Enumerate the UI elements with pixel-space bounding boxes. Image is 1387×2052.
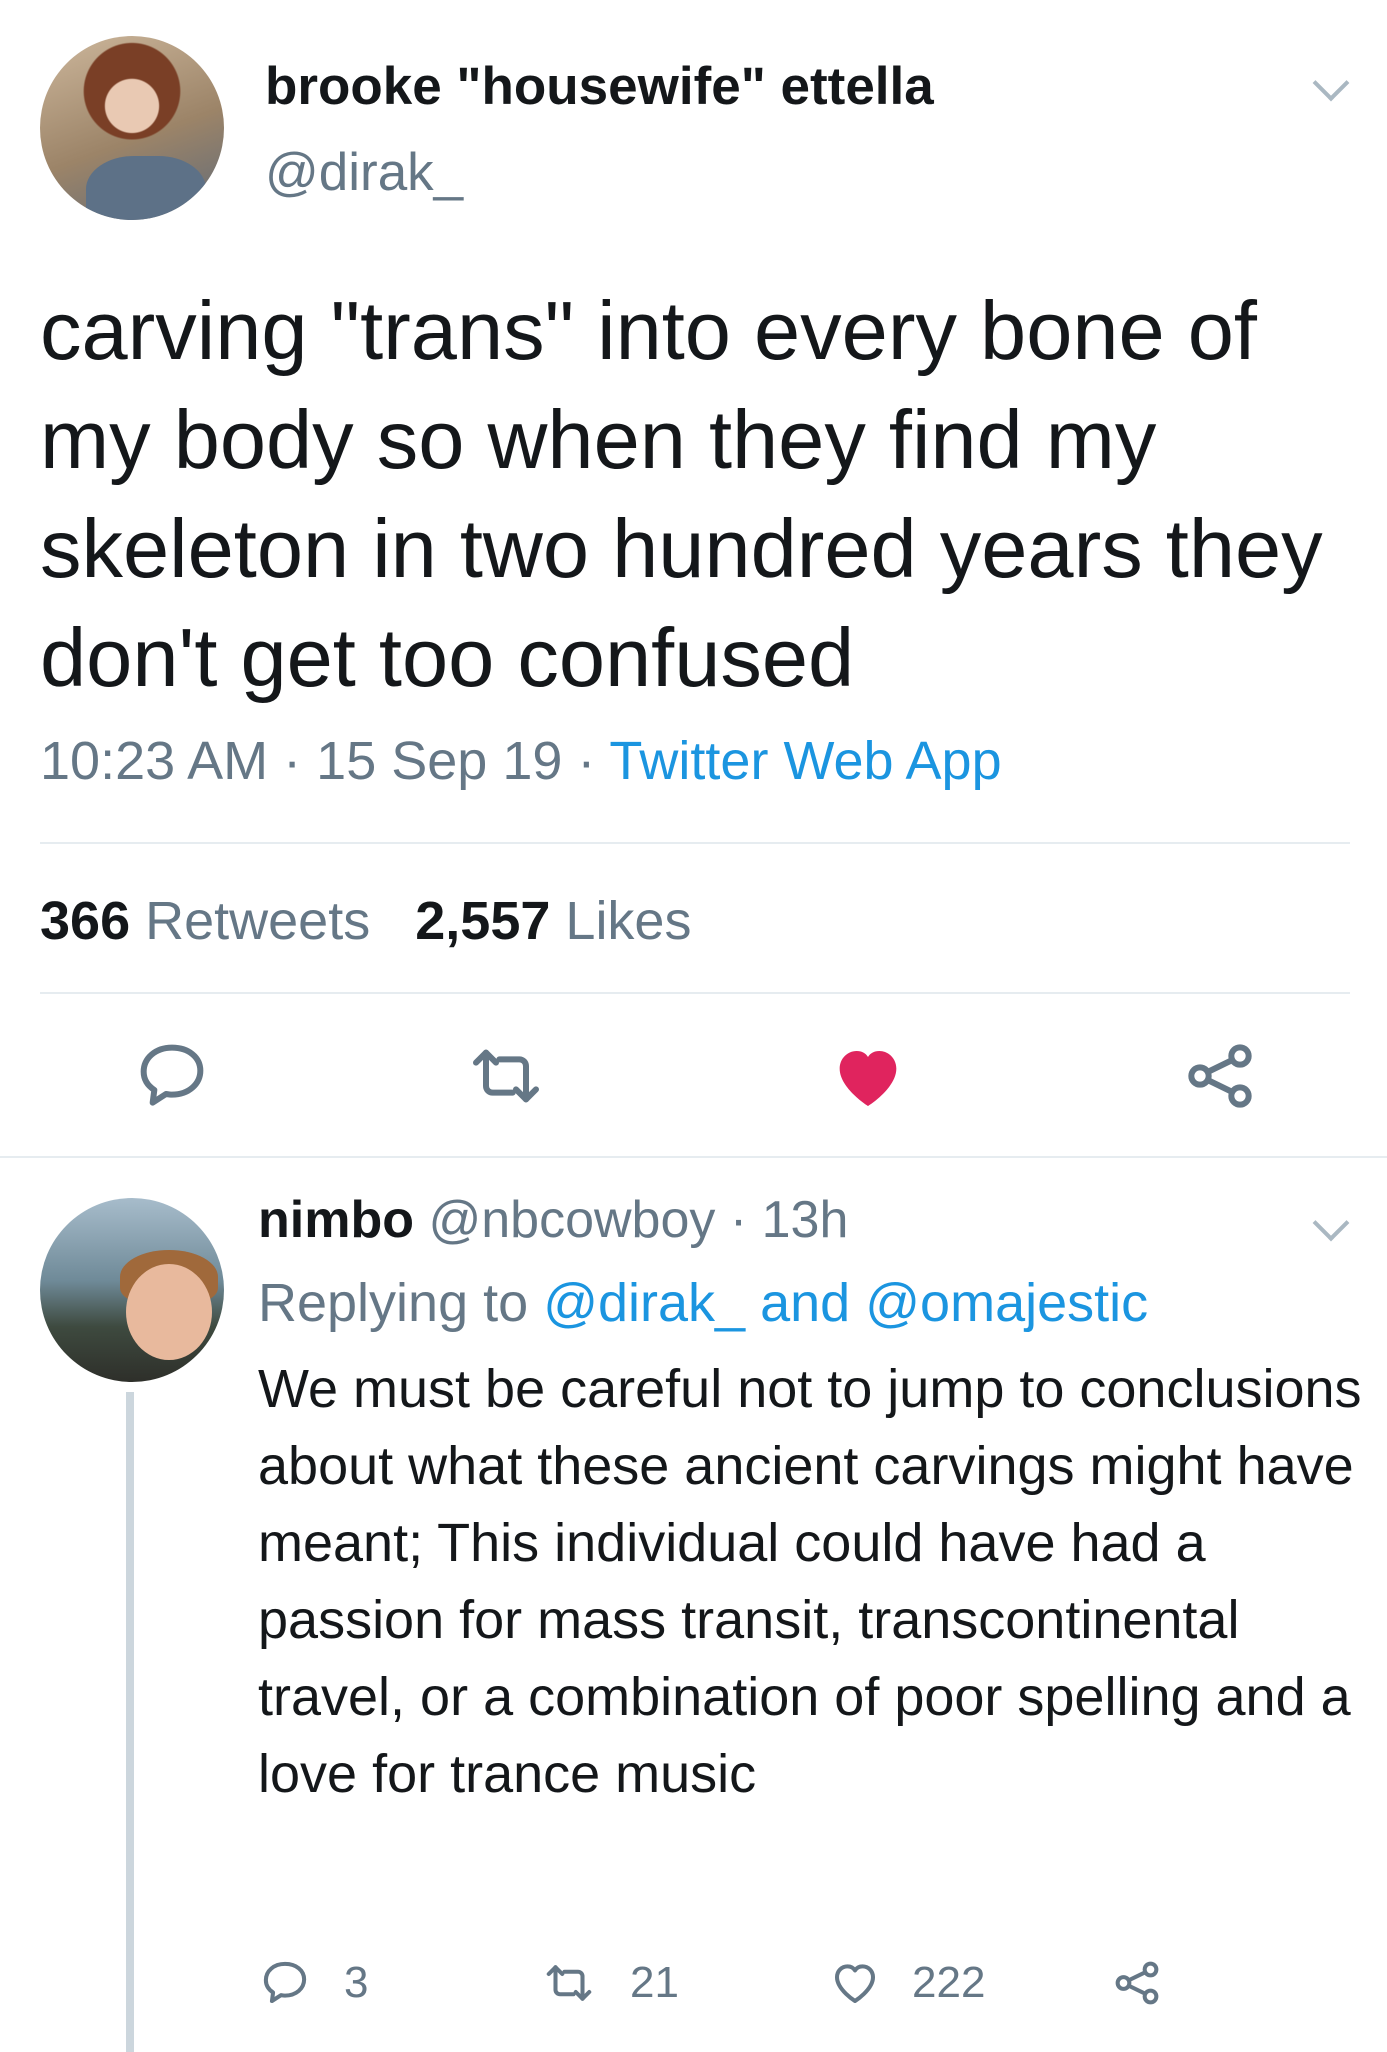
meta-separator: ·: [283, 731, 302, 791]
mention-link[interactable]: @omajestic: [865, 1273, 1148, 1333]
like-count: 222: [912, 1958, 986, 2007]
comment-icon[interactable]: [258, 1956, 312, 2010]
retweet-count: 21: [630, 1958, 679, 2007]
replying-and[interactable]: and: [760, 1273, 850, 1333]
tweet-text: carving "trans" into every bone of my bo…: [40, 284, 1323, 704]
like-count: 2,557: [415, 891, 551, 951]
chevron-down-icon[interactable]: [1312, 64, 1350, 102]
thread-line: [126, 1392, 134, 2052]
chevron-down-icon[interactable]: [1312, 1204, 1350, 1242]
retweet-label: Retweets: [145, 891, 371, 951]
tweet-time[interactable]: 10:23 AM: [40, 731, 268, 791]
like-label: Likes: [565, 891, 692, 951]
divider: [40, 992, 1350, 994]
meta-separator: ·: [577, 731, 596, 791]
mention-link[interactable]: @dirak_: [543, 1273, 745, 1333]
heart-filled-icon[interactable]: [828, 1036, 908, 1116]
reply-text: We must be careful not to jump to conclu…: [258, 1359, 1362, 1804]
likes-stat[interactable]: 2,557 Likes: [415, 891, 691, 951]
author-avatar[interactable]: [40, 36, 224, 220]
author-display-name[interactable]: brooke "housewife" ettella: [265, 56, 934, 117]
tweet-source-link[interactable]: Twitter Web App: [609, 731, 1001, 791]
reply-author-avatar[interactable]: [40, 1198, 224, 1382]
reply-author-name[interactable]: nimbo: [258, 1191, 414, 1249]
heart-icon[interactable]: [828, 1956, 882, 2010]
retweet-count: 366: [40, 891, 131, 951]
reply-age[interactable]: 13h: [762, 1191, 849, 1249]
retweets-stat[interactable]: 366 Retweets: [40, 891, 370, 951]
avatar-shirt: [86, 155, 206, 220]
share-icon[interactable]: [1180, 1036, 1260, 1116]
reply-header: nimbo @nbcowboy · 13h: [258, 1190, 848, 1250]
replying-to: Replying to @dirak_ and @omajestic: [258, 1272, 1148, 1334]
tweet-date[interactable]: 15 Sep 19: [316, 731, 562, 791]
author-handle[interactable]: @dirak_: [265, 142, 463, 203]
avatar-face: [126, 1264, 212, 1360]
tweet-meta: 10:23 AM · 15 Sep 19 · Twitter Web App: [40, 730, 1002, 792]
reply-count: 3: [344, 1958, 369, 2007]
comment-icon[interactable]: [132, 1036, 212, 1116]
replying-prefix: Replying to: [258, 1273, 529, 1333]
share-icon[interactable]: [1110, 1956, 1164, 2010]
retweet-icon[interactable]: [466, 1036, 546, 1116]
tweet-stats: 366 Retweets 2,557 Likes: [40, 890, 691, 952]
divider: [40, 842, 1350, 844]
divider: [0, 1156, 1387, 1158]
reply-author-handle[interactable]: @nbcowboy: [428, 1191, 715, 1249]
retweet-icon[interactable]: [542, 1956, 596, 2010]
meta-separator: ·: [729, 1191, 748, 1249]
